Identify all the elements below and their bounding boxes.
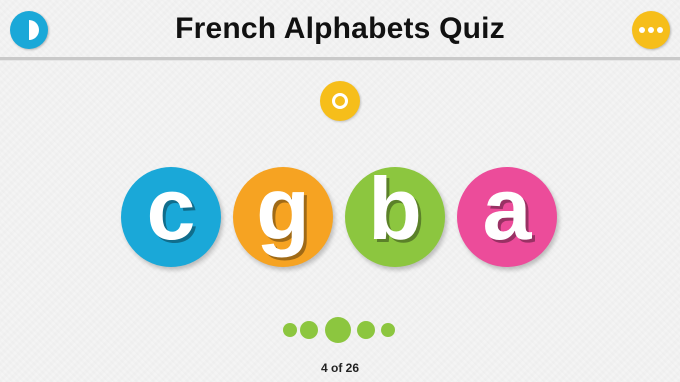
letter-choice-g[interactable]: g — [233, 159, 333, 267]
progress-dot-current — [325, 317, 351, 343]
progress-dot — [357, 321, 375, 339]
letter-label: a — [482, 159, 532, 258]
letter-label: b — [368, 159, 422, 258]
progress-dot — [283, 323, 297, 337]
progress-label: 4 of 26 — [320, 361, 359, 375]
progress-dot — [381, 323, 395, 337]
letter-choice-a[interactable]: a — [457, 159, 557, 267]
letter-label: c — [146, 159, 196, 258]
letter-label: g — [256, 159, 310, 258]
progress-indicator — [280, 316, 400, 344]
letter-choice-b[interactable]: b — [345, 159, 445, 267]
letter-choice-c[interactable]: c — [121, 159, 221, 267]
progress-dot — [300, 321, 318, 339]
